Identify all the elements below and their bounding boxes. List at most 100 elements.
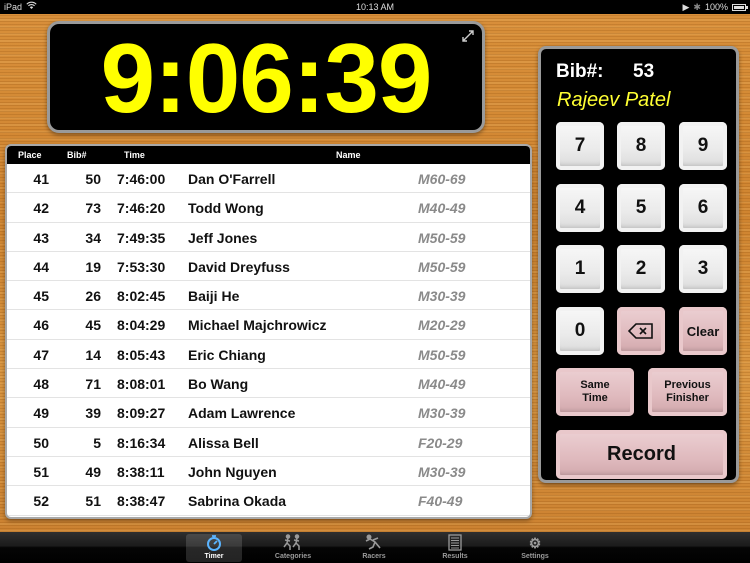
category-cell: F40-49 [418, 493, 463, 510]
runners-icon [265, 534, 321, 552]
place-cell: 50 [33, 434, 49, 451]
category-cell: M40-49 [418, 200, 466, 217]
time-cell: 8:38:11 [117, 463, 165, 480]
key-4[interactable]: 4 [556, 184, 604, 232]
time-cell: 8:04:29 [117, 317, 166, 334]
key-label: 2 [635, 258, 647, 279]
table-row[interactable]: 44 19 7:53:30 David Dreyfuss M50-59 [7, 252, 530, 282]
race-timer-panel: 9:06:39 [47, 21, 485, 133]
key-label: 7 [574, 135, 586, 156]
place-cell: 49 [33, 405, 49, 422]
name-cell: Eric Chiang [188, 346, 266, 363]
key-8[interactable]: 8 [617, 122, 665, 170]
previous-finisher-label-line2: Finisher [666, 392, 709, 404]
bib-entry-keypad: Bib#: 53 Rajeev Patel 7 8 9 4 5 6 1 2 3 … [538, 46, 739, 483]
category-cell: M30-39 [418, 405, 466, 422]
table-row[interactable]: 52 51 8:38:47 Sabrina Okada F40-49 [7, 486, 530, 516]
same-time-button[interactable]: Same Time [556, 368, 634, 416]
bib-cell: 50 [85, 171, 101, 187]
key-label: 4 [574, 197, 586, 218]
time-cell: 8:09:27 [117, 405, 166, 422]
category-cell: M40-49 [418, 376, 466, 393]
status-bar: iPad 10:13 AM ▶ ✱ 100% [0, 0, 750, 14]
tab-racers[interactable]: Racers [346, 534, 402, 562]
table-row[interactable]: 49 39 8:09:27 Adam Lawrence M30-39 [7, 398, 530, 428]
bluetooth-icon: ✱ [693, 2, 701, 12]
tab-timer[interactable]: Timer [186, 534, 242, 562]
bib-cell: 51 [85, 493, 101, 510]
battery-percent: 100% [704, 2, 728, 12]
place-cell: 48 [33, 376, 49, 393]
time-cell: 8:05:43 [117, 346, 166, 363]
tab-categories[interactable]: Categories [265, 534, 321, 562]
time-cell: 8:02:45 [117, 288, 166, 305]
place-cell: 45 [33, 288, 49, 305]
previous-finisher-label: Previous [664, 379, 711, 391]
category-cell: M50-59 [418, 346, 466, 363]
name-cell: Dan O'Farrell [188, 171, 276, 187]
key-1[interactable]: 1 [556, 245, 604, 293]
table-row[interactable]: 45 26 8:02:45 Baiji He M30-39 [7, 281, 530, 311]
key-label: 3 [697, 258, 709, 279]
tab-results[interactable]: Results [427, 534, 483, 562]
key-2[interactable]: 2 [617, 245, 665, 293]
status-time: 10:13 AM [355, 2, 395, 12]
place-cell: 41 [33, 171, 49, 187]
results-table[interactable]: Place Bib# Time Name 41 50 7:46:00 Dan O'Fa… [5, 144, 532, 519]
table-row[interactable]: 48 71 8:08:01 Bo Wang M40-49 [7, 369, 530, 399]
tab-settings[interactable]: ⚙ Settings [507, 534, 563, 562]
bib-cell: 26 [85, 288, 101, 305]
category-cell: M20-29 [418, 317, 466, 334]
place-cell: 44 [33, 258, 49, 275]
key-7[interactable]: 7 [556, 122, 604, 170]
backspace-icon [627, 323, 654, 339]
name-cell: David Dreyfuss [188, 258, 290, 275]
table-row[interactable]: 42 73 7:46:20 Todd Wong M40-49 [7, 193, 530, 223]
name-cell: Sabrina Okada [188, 493, 287, 510]
place-cell: 46 [33, 317, 49, 334]
column-header-time: Time [124, 150, 145, 160]
table-row[interactable]: 46 45 8:04:29 Michael Majchrowicz M20-29 [7, 310, 530, 340]
table-row[interactable]: 47 14 8:05:43 Eric Chiang M50-59 [7, 340, 530, 370]
key-3[interactable]: 3 [679, 245, 727, 293]
key-label: 5 [635, 197, 647, 218]
clear-button[interactable]: Clear [679, 307, 727, 355]
record-button[interactable]: Record [556, 430, 727, 479]
table-row[interactable]: 41 50 7:46:00 Dan O'Farrell M60-69 [7, 164, 530, 194]
column-header-bib: Bib# [67, 150, 87, 160]
expand-icon[interactable] [462, 30, 474, 42]
column-header-place: Place [18, 150, 42, 160]
table-row[interactable]: 51 49 8:38:11 John Nguyen M30-39 [7, 457, 530, 487]
gear-icon: ⚙ [528, 535, 542, 551]
table-row[interactable]: 43 34 7:49:35 Jeff Jones M50-59 [7, 223, 530, 252]
name-cell: Adam Lawrence [188, 405, 296, 422]
time-cell: 8:08:01 [117, 376, 166, 393]
key-label: 9 [697, 135, 709, 156]
place-cell: 43 [33, 229, 49, 246]
bib-cell: 19 [85, 258, 101, 275]
same-time-label: Same [580, 379, 610, 391]
bib-cell: 39 [85, 405, 101, 422]
name-cell: Alissa Bell [188, 434, 259, 451]
name-cell: Baiji He [188, 288, 240, 305]
name-cell: Michael Majchrowicz [188, 317, 327, 334]
key-9[interactable]: 9 [679, 122, 727, 170]
key-6[interactable]: 6 [679, 184, 727, 232]
time-cell: 7:46:20 [117, 200, 166, 217]
document-list-icon [427, 534, 483, 552]
key-0[interactable]: 0 [556, 307, 604, 355]
table-row[interactable]: 50 5 8:16:34 Alissa Bell F20-29 [7, 428, 530, 457]
key-5[interactable]: 5 [617, 184, 665, 232]
sprinter-icon [346, 534, 402, 552]
tab-label: Results [442, 553, 468, 560]
tab-label: Settings [521, 553, 549, 560]
previous-finisher-button[interactable]: Previous Finisher [648, 368, 727, 416]
clear-label: Clear [686, 323, 720, 339]
play-icon: ▶ [682, 2, 690, 12]
backspace-button[interactable] [617, 307, 665, 355]
time-cell: 7:53:30 [117, 258, 166, 275]
name-cell: Bo Wang [188, 376, 249, 393]
bib-cell: 73 [85, 200, 101, 217]
same-time-label-line2: Time [582, 392, 608, 404]
bib-cell: 5 [93, 434, 101, 451]
